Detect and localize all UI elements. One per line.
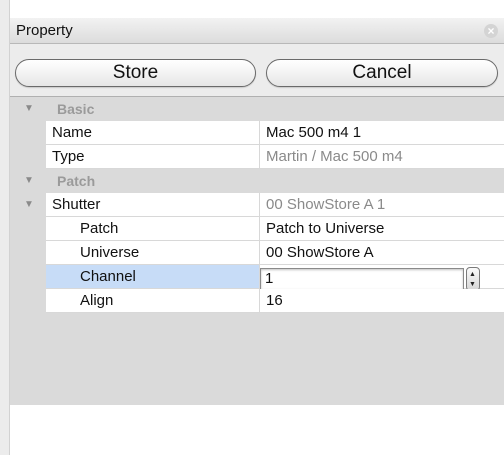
property-key: Name bbox=[46, 121, 260, 145]
property-key: Shutter bbox=[46, 193, 260, 217]
property-key: Channel bbox=[46, 265, 260, 289]
property-row-patch[interactable]: Patch Patch to Universe bbox=[10, 217, 504, 241]
property-panel: Property × Store Cancel ▼ Basic Name Mac… bbox=[10, 18, 504, 455]
property-value[interactable]: 00 ShowStore A bbox=[260, 241, 504, 265]
property-row-type[interactable]: Type Martin / Mac 500 m4 bbox=[10, 145, 504, 169]
disclosure-triangle-icon[interactable]: ▼ bbox=[24, 103, 34, 114]
property-row-universe[interactable]: Universe 00 ShowStore A bbox=[10, 241, 504, 265]
empty-area bbox=[10, 405, 504, 455]
property-row-channel[interactable]: Channel 1 ▲ ▼ bbox=[10, 265, 504, 291]
cancel-button[interactable]: Cancel bbox=[266, 59, 498, 87]
button-bar: Store Cancel bbox=[10, 44, 504, 97]
stepper-up-icon[interactable]: ▲ bbox=[469, 271, 476, 278]
left-window-edge bbox=[0, 0, 10, 455]
section-label: Basic bbox=[57, 101, 95, 117]
property-value: 00 ShowStore A 1 bbox=[260, 193, 504, 217]
disclosure-triangle-icon[interactable]: ▼ bbox=[24, 199, 34, 210]
property-key: Align bbox=[46, 289, 260, 313]
property-value[interactable]: Mac 500 m4 1 bbox=[260, 121, 504, 145]
property-row-name[interactable]: Name Mac 500 m4 1 bbox=[10, 121, 504, 145]
property-grid: ▼ Basic Name Mac 500 m4 1 Type Martin / … bbox=[10, 97, 504, 405]
property-value[interactable]: Patch to Universe bbox=[260, 217, 504, 241]
close-icon[interactable]: × bbox=[484, 24, 498, 38]
property-value[interactable]: 16 bbox=[260, 289, 504, 313]
panel-titlebar: Property × bbox=[10, 18, 504, 44]
property-key: Patch bbox=[46, 217, 260, 241]
property-row-align[interactable]: Align 16 bbox=[10, 289, 504, 313]
panel-title: Property bbox=[16, 22, 73, 39]
property-row-shutter[interactable]: ▼ Shutter 00 ShowStore A 1 bbox=[10, 193, 504, 217]
property-value: Martin / Mac 500 m4 bbox=[260, 145, 504, 169]
disclosure-triangle-icon[interactable]: ▼ bbox=[24, 175, 34, 186]
section-label: Patch bbox=[57, 173, 96, 189]
channel-input[interactable]: 1 bbox=[260, 268, 464, 290]
channel-stepper[interactable]: ▲ ▼ bbox=[466, 267, 480, 291]
property-key: Type bbox=[46, 145, 260, 169]
section-header-basic[interactable]: ▼ Basic bbox=[10, 97, 504, 121]
section-header-patch[interactable]: ▼ Patch bbox=[10, 169, 504, 193]
store-button[interactable]: Store bbox=[15, 59, 256, 87]
property-key: Universe bbox=[46, 241, 260, 265]
stepper-down-icon[interactable]: ▼ bbox=[469, 281, 476, 288]
